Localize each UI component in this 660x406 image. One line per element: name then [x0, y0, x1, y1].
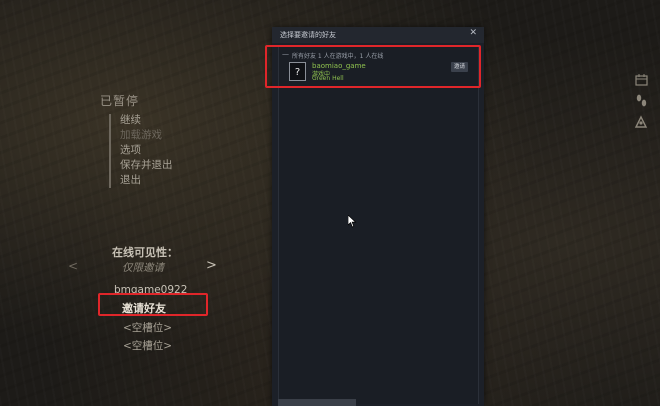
menu-item-quit[interactable]: 退出 — [120, 173, 173, 188]
paused-title: 已暂停 — [100, 94, 140, 108]
visibility-next-arrow-icon[interactable]: > — [206, 258, 217, 273]
calendar-icon — [634, 73, 648, 87]
friends-list-panel[interactable] — [278, 46, 479, 404]
empty-slot: <空槽位> — [123, 340, 173, 352]
skills-icon — [634, 115, 648, 129]
menu-item-options[interactable]: 选项 — [120, 143, 173, 158]
visibility-value: 仅限邀请 — [122, 262, 164, 274]
dialog-header: 选择要邀请的好友 ✕ — [272, 27, 484, 43]
footprints-icon — [634, 94, 648, 108]
menu-item-continue[interactable]: 继续 — [120, 113, 173, 128]
dialog-bottom-strip — [278, 399, 356, 406]
empty-slot: <空槽位> — [123, 322, 173, 334]
invite-friends-button[interactable]: 邀请好友 — [122, 300, 166, 316]
visibility-prev-arrow-icon[interactable]: < — [68, 259, 78, 273]
close-icon[interactable]: ✕ — [469, 28, 477, 38]
mouse-cursor-icon — [347, 213, 357, 232]
visibility-label: 在线可见性： — [112, 246, 178, 259]
dialog-title: 选择要邀请的好友 — [280, 31, 336, 39]
friend-highlight-box — [265, 45, 481, 88]
menu-item-load-game[interactable]: 加载游戏 — [120, 128, 173, 143]
menu-item-save-and-quit[interactable]: 保存并退出 — [120, 158, 173, 173]
menu-divider — [109, 114, 111, 188]
pause-menu: 继续 加载游戏 选项 保存并退出 退出 — [120, 113, 173, 188]
